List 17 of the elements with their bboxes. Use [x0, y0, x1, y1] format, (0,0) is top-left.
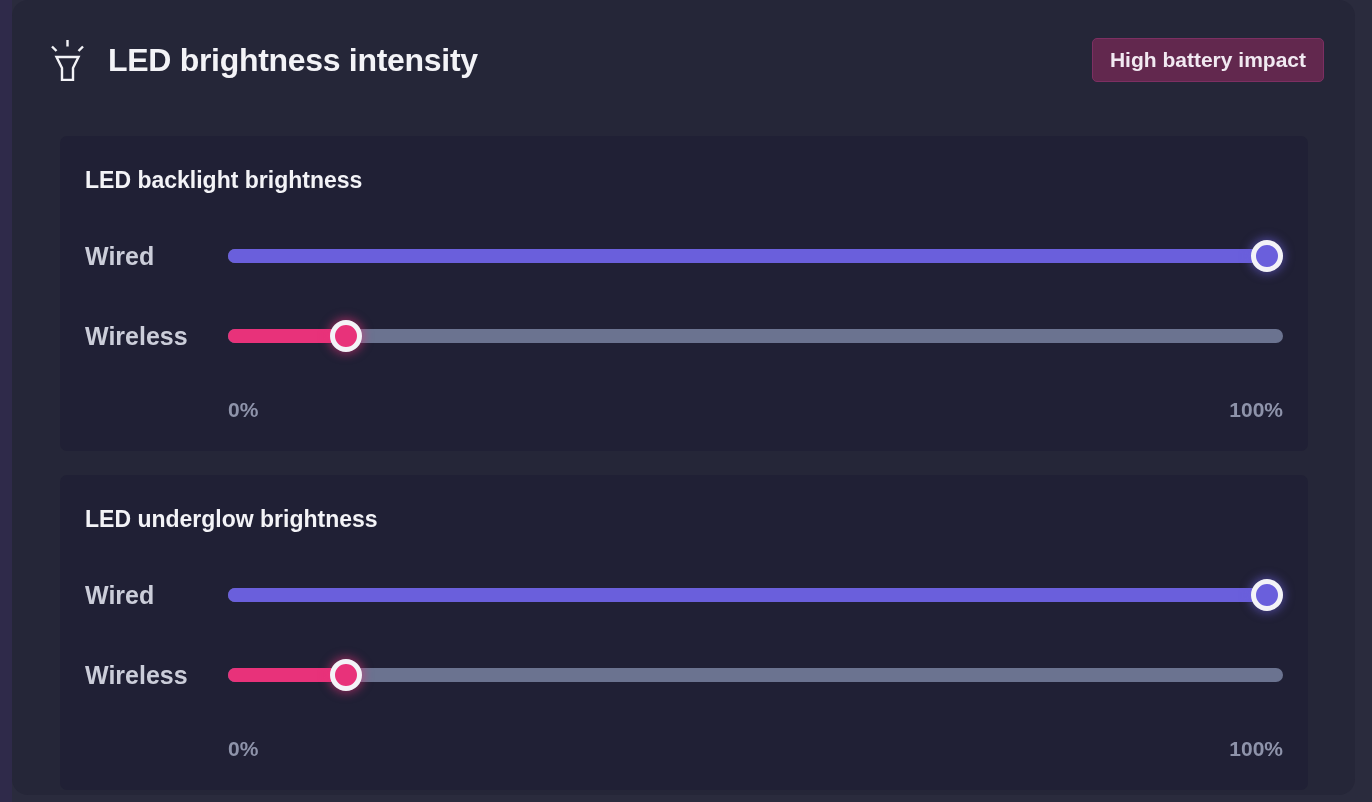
- scale-min-label: 0%: [228, 398, 259, 422]
- panel-title: LED brightness intensity: [108, 41, 478, 79]
- slider-thumb[interactable]: [330, 659, 363, 691]
- slider-label: Wired: [85, 241, 156, 271]
- scale-max-label: 100%: [1229, 398, 1283, 422]
- slider-thumb[interactable]: [1251, 240, 1283, 272]
- slider-thumb[interactable]: [330, 320, 363, 352]
- slider-label: Wireless: [85, 321, 189, 351]
- card-title: LED backlight brightness: [85, 166, 364, 195]
- slider-label: Wired: [85, 580, 156, 610]
- slider-thumb[interactable]: [1251, 579, 1283, 611]
- scale-max-label: 100%: [1229, 737, 1283, 761]
- battery-impact-badge: High battery impact: [1091, 38, 1324, 82]
- card-title: LED underglow brightness: [85, 505, 379, 534]
- flashlight-icon: [50, 39, 86, 81]
- scale-min-label: 0%: [228, 737, 259, 761]
- slider-label: Wireless: [85, 660, 189, 690]
